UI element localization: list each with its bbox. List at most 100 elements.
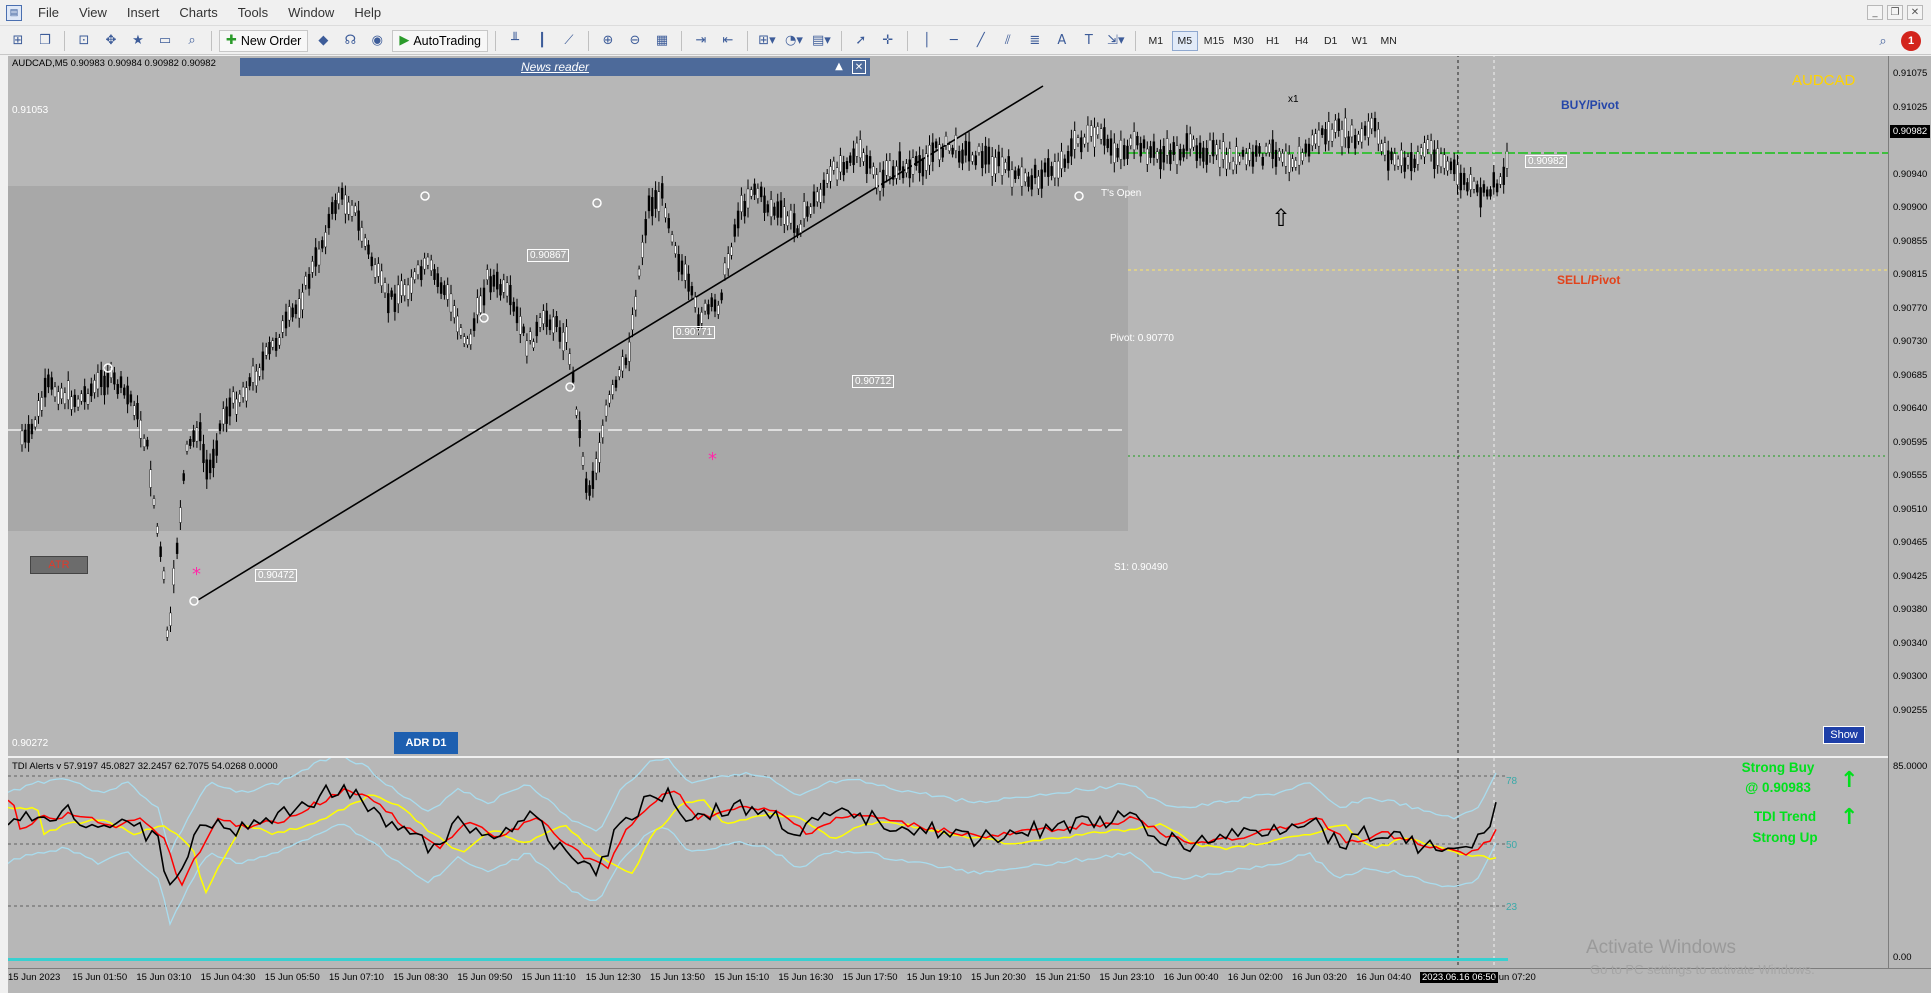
timeframe-m15[interactable]: M15 xyxy=(1201,31,1227,51)
candle-body xyxy=(1410,152,1413,172)
price-tick: 0.90855 xyxy=(1893,235,1928,247)
zoom-in-icon[interactable]: ⊕ xyxy=(596,30,620,52)
autoscroll-icon[interactable]: ⇥ xyxy=(689,30,713,52)
candle-body xyxy=(1479,187,1482,208)
new-chart-icon[interactable]: ⊞ xyxy=(6,30,30,52)
crosshair-icon[interactable]: ✛ xyxy=(876,30,900,52)
menu-window[interactable]: Window xyxy=(278,0,344,26)
fibonacci-icon[interactable]: ≣ xyxy=(1023,30,1047,52)
periods-icon[interactable]: ◔▾ xyxy=(782,30,806,52)
profiles-icon[interactable]: ❒ xyxy=(33,30,57,52)
price-chart[interactable]: * * ⇧ AUDCAD,M5 0.90983 0.90984 0.90982 0.… xyxy=(8,56,1888,756)
time-label: Jun 07:20 xyxy=(1494,972,1536,983)
candle-body xyxy=(809,206,812,215)
radio-icon[interactable]: ◉ xyxy=(365,30,389,52)
bar-chart-icon[interactable]: ╨ xyxy=(503,30,527,52)
swing-marker xyxy=(1074,191,1084,201)
templates-icon[interactable]: ▤▾ xyxy=(809,30,834,52)
candle-body xyxy=(588,485,591,496)
search-icon[interactable]: ⌕ xyxy=(1871,30,1895,52)
candle-body xyxy=(159,546,162,557)
candle-body xyxy=(878,171,882,192)
timeframe-mn[interactable]: MN xyxy=(1376,31,1402,51)
tile-windows-icon[interactable]: ▦ xyxy=(650,30,674,52)
candle-body xyxy=(578,420,581,439)
autotrading-button[interactable]: ▶ AutoTrading xyxy=(392,29,488,52)
buy-pivot-label: BUY/Pivot xyxy=(1561,98,1620,112)
close-icon[interactable]: ✕ xyxy=(852,60,866,74)
signals-icon[interactable]: ☊ xyxy=(338,30,362,52)
timeframe-h1[interactable]: H1 xyxy=(1260,31,1286,51)
candle-body xyxy=(849,155,852,163)
close-icon[interactable]: ✕ xyxy=(1907,5,1923,20)
time-label: 15 Jun 04:30 xyxy=(200,972,256,983)
candle-body xyxy=(1297,146,1301,166)
candle-body xyxy=(1024,172,1027,183)
candle-body xyxy=(463,336,466,344)
navigator-icon[interactable]: ★ xyxy=(126,30,150,52)
candle-body xyxy=(1132,131,1136,151)
text-label-icon[interactable]: T xyxy=(1077,30,1101,52)
candlestick-icon[interactable]: ┃ xyxy=(530,30,554,52)
adr-button[interactable]: ADR D1 xyxy=(394,732,458,754)
candle-body xyxy=(796,228,799,236)
metaeditor-icon[interactable]: ◆ xyxy=(311,30,335,52)
minimize-icon[interactable]: _ xyxy=(1867,5,1883,20)
arrows-icon[interactable]: ⇲▾ xyxy=(1104,30,1128,52)
timeframe-h4[interactable]: H4 xyxy=(1289,31,1315,51)
candle-body xyxy=(1060,151,1063,169)
timeframe-w1[interactable]: W1 xyxy=(1347,31,1373,51)
candle-body xyxy=(1284,150,1288,167)
horizontal-line-icon[interactable]: ─ xyxy=(942,30,966,52)
candle-body xyxy=(538,317,542,328)
time-label: 16 Jun 04:40 xyxy=(1356,972,1412,983)
notification-badge[interactable]: 1 xyxy=(1901,31,1921,51)
text-icon[interactable]: A xyxy=(1050,30,1074,52)
candle-body xyxy=(301,292,304,310)
strategy-tester-icon[interactable]: ⌕ xyxy=(180,30,204,52)
new-order-button[interactable]: ✚ New Order xyxy=(219,29,309,52)
zoom-out-icon[interactable]: ⊖ xyxy=(623,30,647,52)
market-watch-icon[interactable]: ⊡ xyxy=(72,30,96,52)
toolbar: ⊞ ❒ ⊡ ✥ ★ ▭ ⌕ ✚ New Order ◆ ☊ ◉ ▶ AutoTrad… xyxy=(0,27,1931,55)
channel-icon[interactable]: ⫽ xyxy=(996,30,1020,52)
timeframe-m5[interactable]: M5 xyxy=(1171,30,1198,51)
cursor-icon[interactable]: ➚ xyxy=(849,30,873,52)
candle-body xyxy=(1304,143,1307,153)
terminal-icon[interactable]: ▭ xyxy=(153,30,177,52)
menu-tools[interactable]: Tools xyxy=(228,0,278,26)
line-chart-icon[interactable]: ⟋ xyxy=(557,30,581,52)
candle-body xyxy=(1287,153,1291,173)
menu-help[interactable]: Help xyxy=(344,0,391,26)
timeframe-m30[interactable]: M30 xyxy=(1230,31,1256,51)
price-axis[interactable]: 0.91075 0.91025 0.90940 0.90900 0.90855 0.908… xyxy=(1888,56,1931,968)
candle-body xyxy=(651,197,654,217)
vertical-line-icon[interactable]: │ xyxy=(915,30,939,52)
candle-body xyxy=(1489,189,1492,197)
price-label-90771: 0.90771 xyxy=(673,326,716,339)
range-low-label: 0.90272 xyxy=(12,738,49,749)
timeframe-d1[interactable]: D1 xyxy=(1318,31,1344,51)
indicators-icon[interactable]: ⊞▾ xyxy=(755,30,779,52)
menu-insert[interactable]: Insert xyxy=(117,0,170,26)
menu-charts[interactable]: Charts xyxy=(169,0,227,26)
news-reader-link[interactable]: News reader xyxy=(521,60,589,74)
candle-body xyxy=(288,306,291,321)
candle-body xyxy=(466,338,469,345)
timeframe-m1[interactable]: M1 xyxy=(1143,31,1169,51)
news-reader-bar[interactable]: News reader ▲ ✕ xyxy=(240,58,870,76)
star-marker: * xyxy=(192,564,201,585)
candle-body xyxy=(1485,189,1489,197)
menu-file[interactable]: File xyxy=(28,0,69,26)
candle-body xyxy=(1122,145,1126,160)
collapse-icon[interactable]: ▲ xyxy=(832,60,846,74)
candle-body xyxy=(403,284,406,297)
menu-view[interactable]: View xyxy=(69,0,117,26)
restore-icon[interactable]: ❐ xyxy=(1887,5,1903,20)
candle-body xyxy=(1436,148,1439,166)
candle-body xyxy=(730,246,733,256)
data-window-icon[interactable]: ✥ xyxy=(99,30,123,52)
chart-shift-icon[interactable]: ⇤ xyxy=(716,30,740,52)
show-button[interactable]: Show xyxy=(1823,726,1865,744)
trendline-icon[interactable]: ╱ xyxy=(969,30,993,52)
